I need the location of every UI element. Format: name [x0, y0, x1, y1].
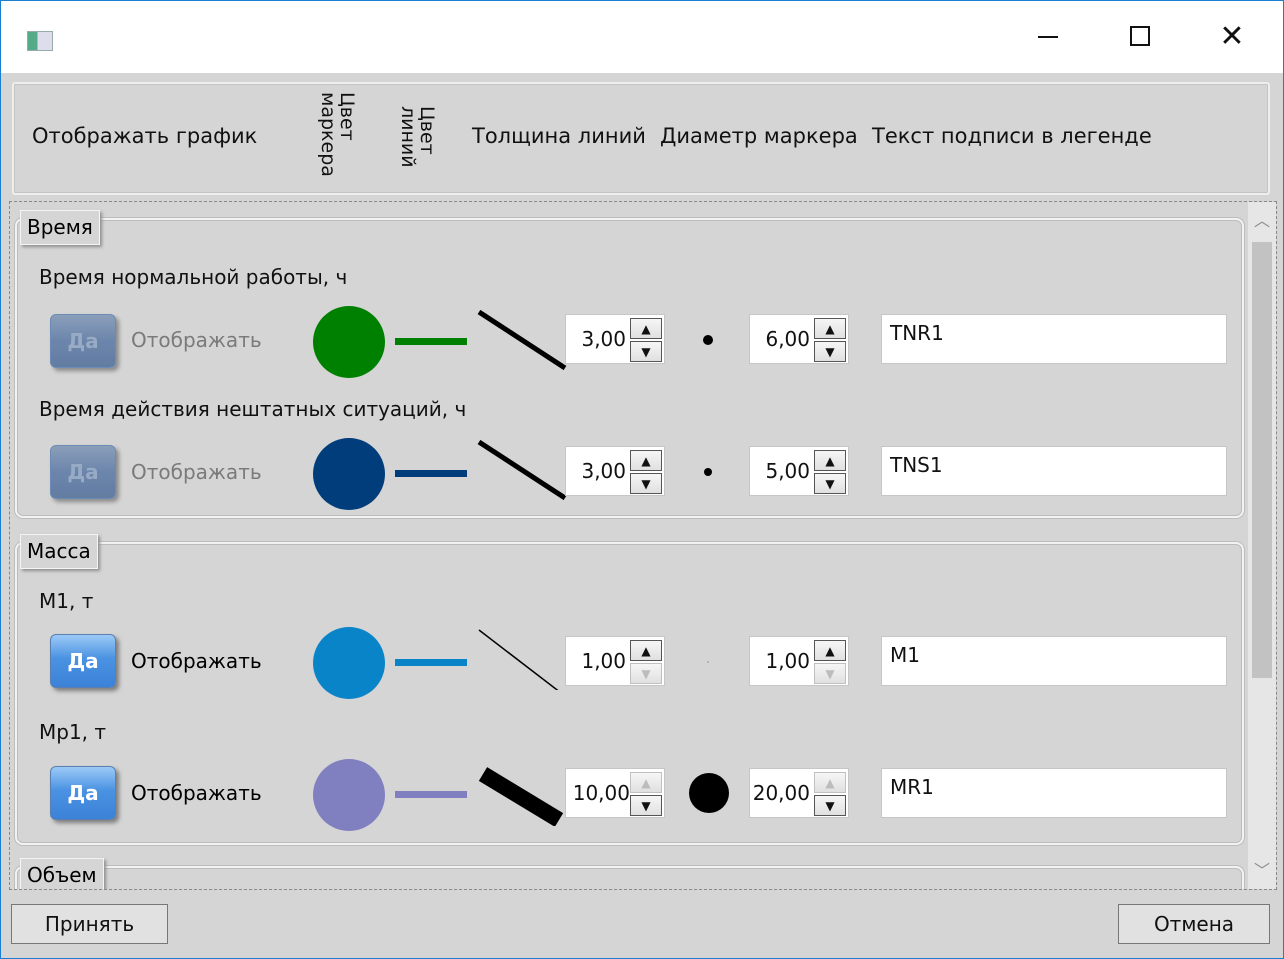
minimize-icon: [1038, 36, 1058, 38]
scrollbar-thumb[interactable]: [1252, 242, 1272, 678]
show-label: Отображать: [131, 781, 262, 805]
legend-text-input[interactable]: MR1: [881, 768, 1227, 818]
spin-up-icon[interactable]: ▲: [814, 640, 846, 661]
header-legend-text: Текст подписи в легенде: [872, 124, 1152, 148]
spin-up-icon[interactable]: ▲: [630, 318, 662, 339]
spin-down-icon[interactable]: ▼: [814, 341, 846, 362]
spin-down-icon[interactable]: ▼: [630, 795, 662, 816]
line-thickness-preview: [478, 767, 564, 826]
cancel-button[interactable]: Отмена: [1118, 904, 1270, 944]
scroll-up-icon[interactable]: ︿: [1248, 206, 1276, 236]
spinner-value: 20,00: [752, 781, 810, 805]
header-line-color: Цвет линий: [397, 106, 438, 168]
spinner-value: 1,00: [765, 649, 810, 673]
marker-color-swatch[interactable]: [313, 759, 385, 831]
line-color-swatch[interactable]: [395, 659, 467, 666]
show-toggle[interactable]: Да: [50, 445, 116, 499]
marker-diameter-preview: [707, 661, 709, 663]
marker-diameter-preview: [689, 773, 729, 813]
spin-down-icon[interactable]: ▼: [630, 663, 662, 684]
line-color-swatch[interactable]: [395, 338, 467, 345]
minimize-button[interactable]: [1025, 11, 1071, 61]
spin-up-icon[interactable]: ▲: [630, 640, 662, 661]
spin-up-icon[interactable]: ▲: [630, 450, 662, 471]
marker-diameter-spinner[interactable]: 5,00 ▲ ▼: [749, 446, 849, 496]
line-thickness-spinner[interactable]: 3,00 ▲ ▼: [565, 314, 665, 364]
group-time: Время Время нормальной работы, ч Да Отоб…: [15, 210, 1244, 518]
line-thickness-spinner[interactable]: 1,00 ▲ ▼: [565, 636, 665, 686]
groups-scroll-area[interactable]: Время Время нормальной работы, ч Да Отоб…: [9, 201, 1277, 890]
header-marker-color: Цвет маркера: [317, 92, 358, 177]
header-marker-diameter: Диаметр маркера: [660, 124, 858, 148]
marker-color-swatch[interactable]: [313, 306, 385, 378]
line-thickness-spinner[interactable]: 3,00 ▲ ▼: [565, 446, 665, 496]
legend-text-input[interactable]: TNR1: [881, 314, 1227, 364]
accept-button[interactable]: Принять: [11, 904, 168, 944]
marker-diameter-spinner[interactable]: 20,00 ▲ ▼: [749, 768, 849, 818]
app-icon: [27, 31, 53, 51]
group-title: Масса: [20, 534, 98, 569]
show-label: Отображать: [131, 328, 262, 352]
line-thickness-preview: [477, 439, 567, 501]
show-label: Отображать: [131, 649, 262, 673]
header-show-chart: Отображать график: [32, 124, 258, 148]
spinner-value: 10,00: [572, 781, 630, 805]
marker-diameter-preview: [703, 335, 713, 345]
spin-down-icon[interactable]: ▼: [630, 341, 662, 362]
spin-down-icon[interactable]: ▼: [814, 795, 846, 816]
group-title: Время: [20, 210, 100, 245]
spinner-value: 3,00: [581, 459, 626, 483]
series-label: М1, т: [39, 589, 94, 613]
show-label: Отображать: [131, 460, 262, 484]
marker-diameter-spinner[interactable]: 1,00 ▲ ▼: [749, 636, 849, 686]
line-thickness-spinner[interactable]: 10,00 ▲ ▼: [565, 768, 665, 818]
show-toggle[interactable]: Да: [50, 766, 116, 820]
spinner-value: 6,00: [765, 327, 810, 351]
group-volume: Объем: [15, 858, 1244, 889]
header-line-thickness: Толщина линий: [472, 124, 646, 148]
title-bar: ✕: [1, 1, 1283, 73]
marker-color-swatch[interactable]: [313, 627, 385, 699]
spin-down-icon[interactable]: ▼: [814, 473, 846, 494]
maximize-icon: [1130, 26, 1150, 46]
group-title: Объем: [20, 858, 104, 889]
legend-text-input[interactable]: TNS1: [881, 446, 1227, 496]
series-label: Мр1, т: [39, 720, 107, 744]
settings-window: ✕ Отображать график Цвет маркера Цвет лини…: [0, 0, 1284, 959]
close-icon: ✕: [1219, 18, 1245, 54]
close-button[interactable]: ✕: [1209, 11, 1255, 61]
spinner-value: 3,00: [581, 327, 626, 351]
show-toggle[interactable]: Да: [50, 634, 116, 688]
scroll-down-icon[interactable]: ﹀: [1248, 856, 1276, 886]
spin-down-icon[interactable]: ▼: [814, 663, 846, 684]
marker-diameter-preview: [704, 468, 712, 476]
spin-up-icon[interactable]: ▲: [814, 450, 846, 471]
column-header-panel: Отображать график Цвет маркера Цвет линий …: [12, 82, 1270, 195]
marker-color-swatch[interactable]: [313, 438, 385, 510]
line-color-swatch[interactable]: [395, 791, 467, 798]
spin-up-icon[interactable]: ▲: [814, 772, 846, 793]
series-label: Время нормальной работы, ч: [39, 265, 348, 289]
spinner-value: 5,00: [765, 459, 810, 483]
maximize-button[interactable]: [1117, 11, 1163, 61]
spin-down-icon[interactable]: ▼: [630, 473, 662, 494]
line-color-swatch[interactable]: [395, 470, 467, 477]
line-thickness-preview: [478, 629, 559, 690]
show-toggle[interactable]: Да: [50, 314, 116, 368]
spin-up-icon[interactable]: ▲: [814, 318, 846, 339]
vertical-scrollbar[interactable]: ︿ ﹀: [1248, 202, 1276, 889]
series-label: Время действия нештатных ситуаций, ч: [39, 397, 467, 421]
group-mass: Масса М1, т Да Отображать 1,00 ▲ ▼ 1,00 …: [15, 534, 1244, 845]
spinner-value: 1,00: [581, 649, 626, 673]
legend-text-input[interactable]: M1: [881, 636, 1227, 686]
spin-up-icon[interactable]: ▲: [630, 772, 662, 793]
line-thickness-preview: [477, 309, 567, 371]
marker-diameter-spinner[interactable]: 6,00 ▲ ▼: [749, 314, 849, 364]
